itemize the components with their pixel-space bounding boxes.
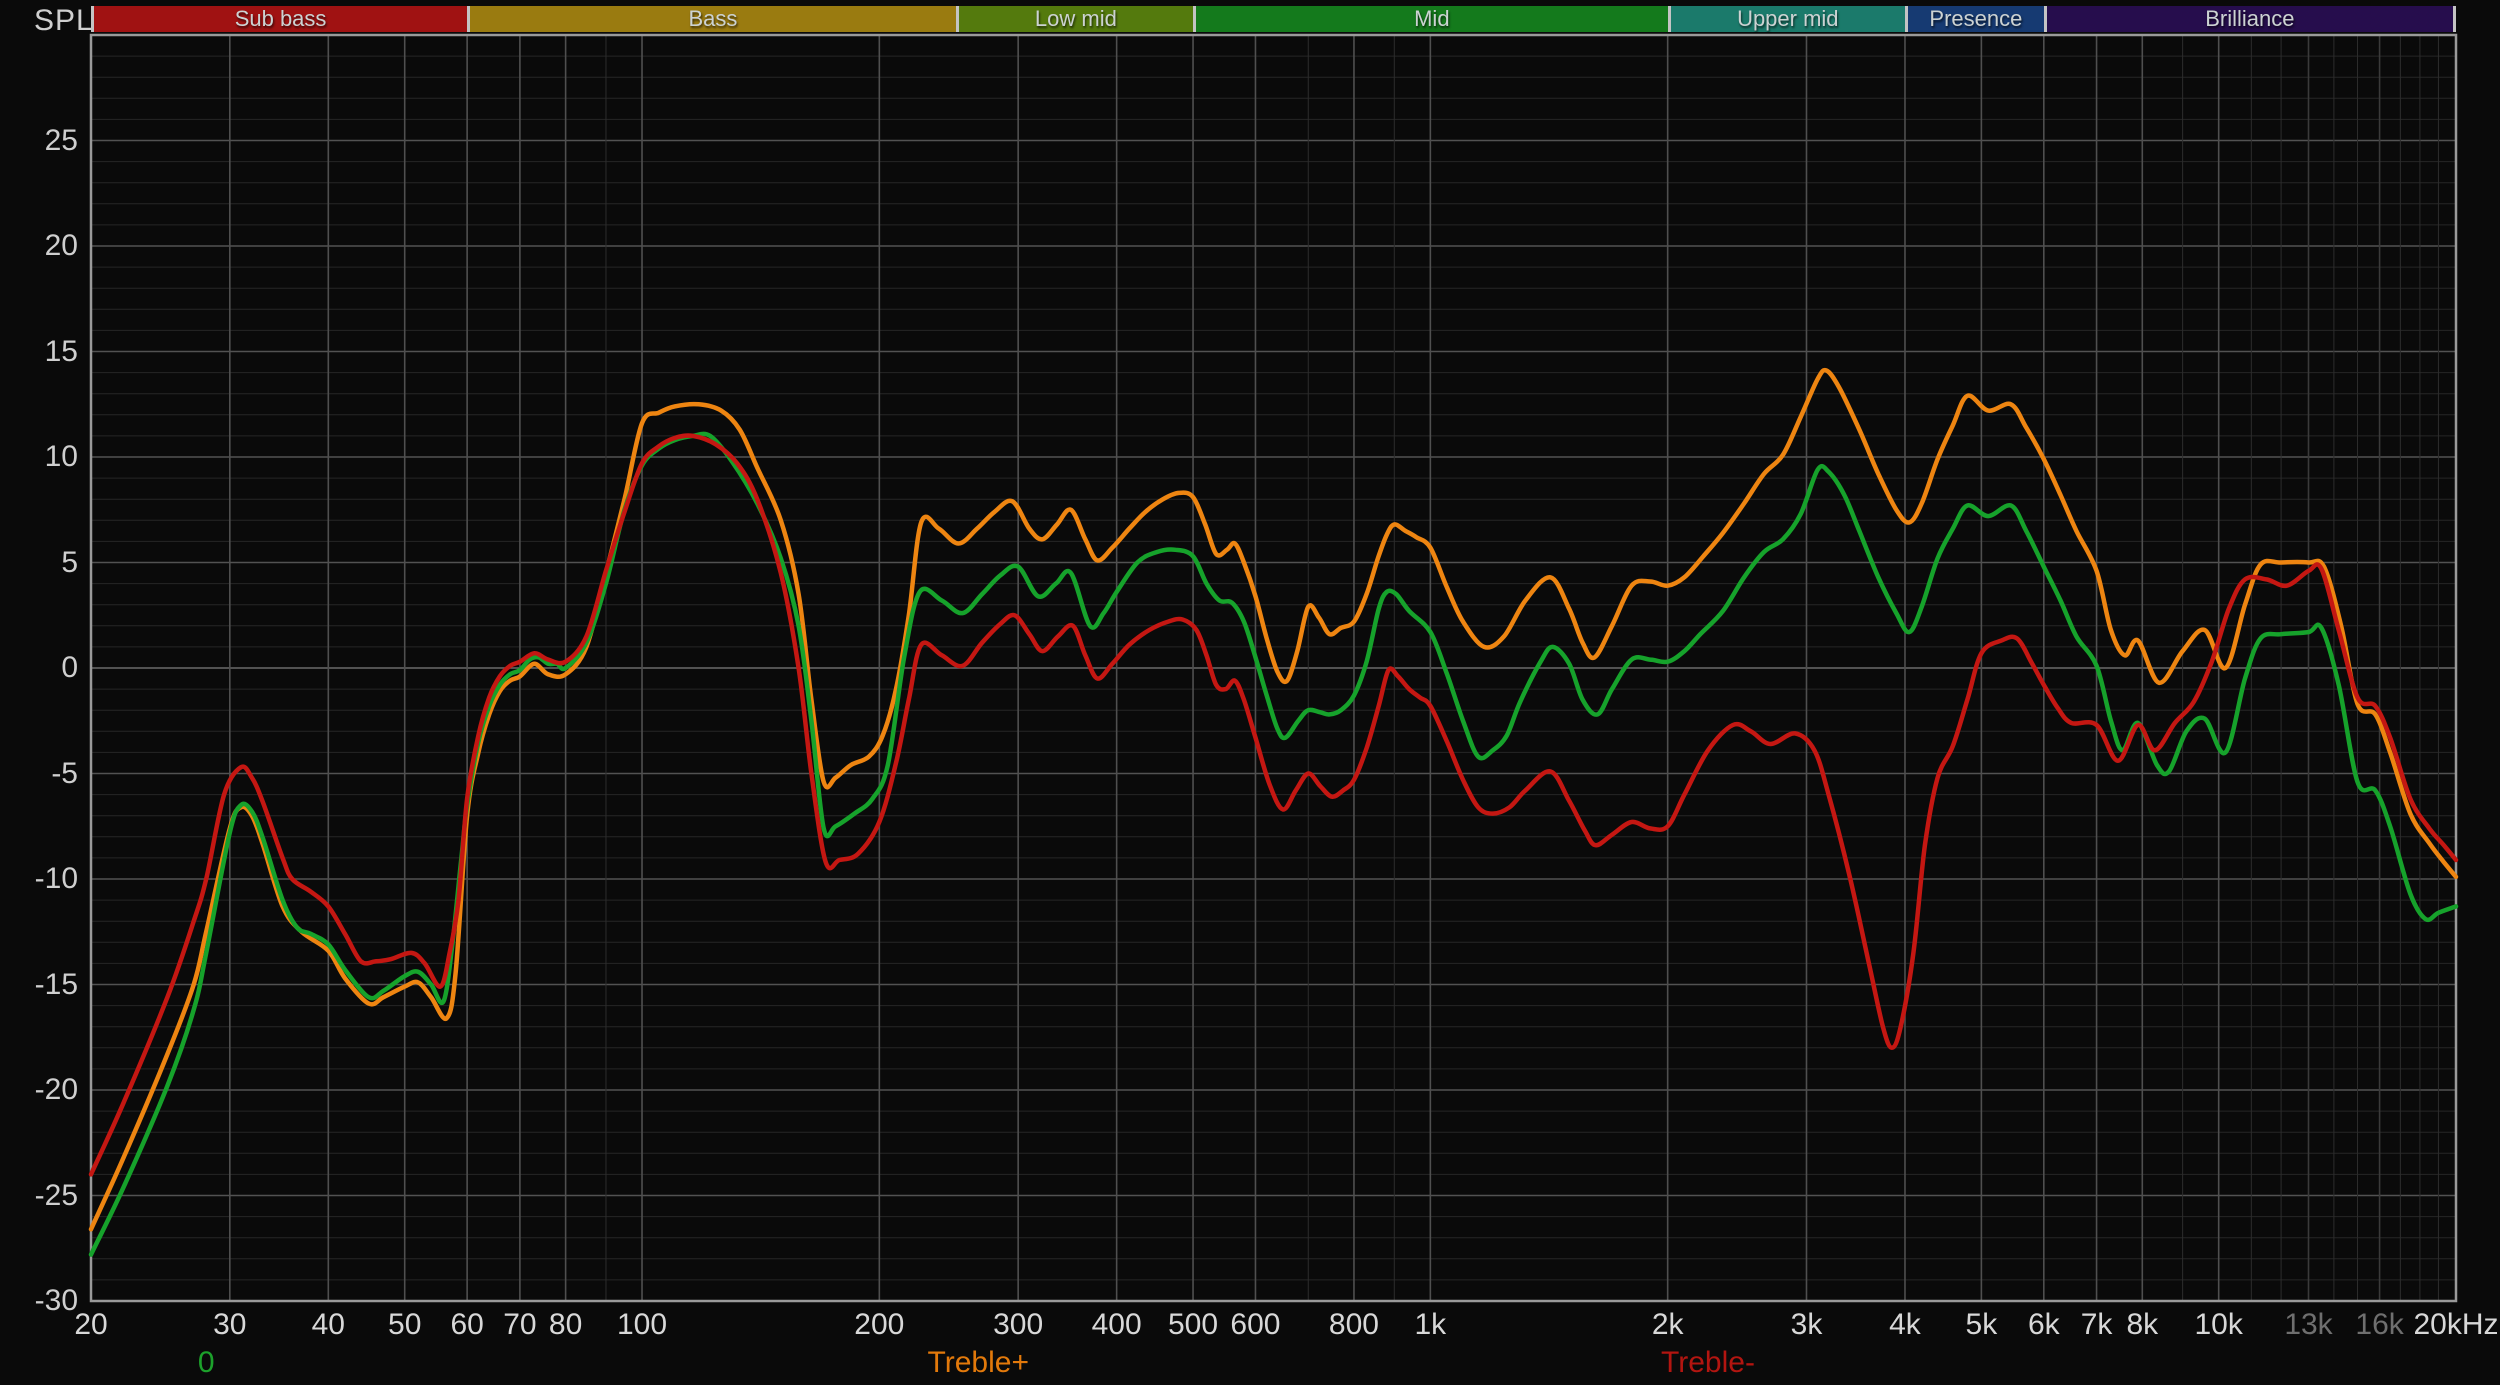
x-tick-label: 6k	[2028, 1308, 2060, 1342]
legend-item-treble-: Treble+	[928, 1346, 1029, 1380]
y-tick-label: 25	[0, 124, 78, 158]
spl-frequency-response-chart: SPL Sub bassBassLow midMidUpper midPrese…	[0, 0, 2500, 1385]
x-tick-label: 16k	[2355, 1308, 2403, 1342]
legend-item-0: 0	[198, 1346, 215, 1380]
y-tick-label: -20	[0, 1073, 78, 1107]
x-tick-label: 200	[854, 1308, 904, 1342]
x-tick-label: 4k	[1889, 1308, 1921, 1342]
x-tick-label: 2k	[1652, 1308, 1684, 1342]
x-tick-label: 40	[312, 1308, 345, 1342]
x-tick-label: 800	[1329, 1308, 1379, 1342]
x-tick-label: 5k	[1966, 1308, 1998, 1342]
curve-0	[91, 434, 2456, 1255]
x-tick-label: 10k	[2195, 1308, 2243, 1342]
x-tick-label: 600	[1230, 1308, 1280, 1342]
y-tick-label: -30	[0, 1284, 78, 1318]
x-tick-label: 3k	[1791, 1308, 1823, 1342]
y-tick-label: 20	[0, 229, 78, 263]
x-tick-label: 1k	[1415, 1308, 1447, 1342]
y-tick-label: -5	[0, 757, 78, 791]
x-tick-label: 400	[1092, 1308, 1142, 1342]
x-tick-label: 60	[450, 1308, 483, 1342]
y-tick-label: 10	[0, 440, 78, 474]
frequency-response-plot	[0, 0, 2500, 1385]
x-tick-label: 80	[549, 1308, 582, 1342]
x-tick-label: 7k	[2081, 1308, 2113, 1342]
x-tick-label: 100	[617, 1308, 667, 1342]
y-tick-label: -10	[0, 862, 78, 896]
y-tick-label: -15	[0, 968, 78, 1002]
x-tick-label: 20	[74, 1308, 107, 1342]
legend-item-treble-: Treble-	[1661, 1346, 1755, 1380]
curve-treble-	[91, 436, 2456, 1175]
x-tick-label: 8k	[2126, 1308, 2158, 1342]
x-tick-label: 70	[503, 1308, 536, 1342]
x-tick-label: 30	[213, 1308, 246, 1342]
y-tick-label: -25	[0, 1179, 78, 1213]
y-tick-label: 5	[0, 546, 78, 580]
x-tick-label: 50	[388, 1308, 421, 1342]
y-tick-label: 0	[0, 651, 78, 685]
x-tick-label: 20kHz	[2413, 1308, 2498, 1342]
x-tick-label: 300	[993, 1308, 1043, 1342]
y-tick-label: 15	[0, 335, 78, 369]
x-tick-label: 500	[1168, 1308, 1218, 1342]
x-tick-label: 13k	[2284, 1308, 2332, 1342]
